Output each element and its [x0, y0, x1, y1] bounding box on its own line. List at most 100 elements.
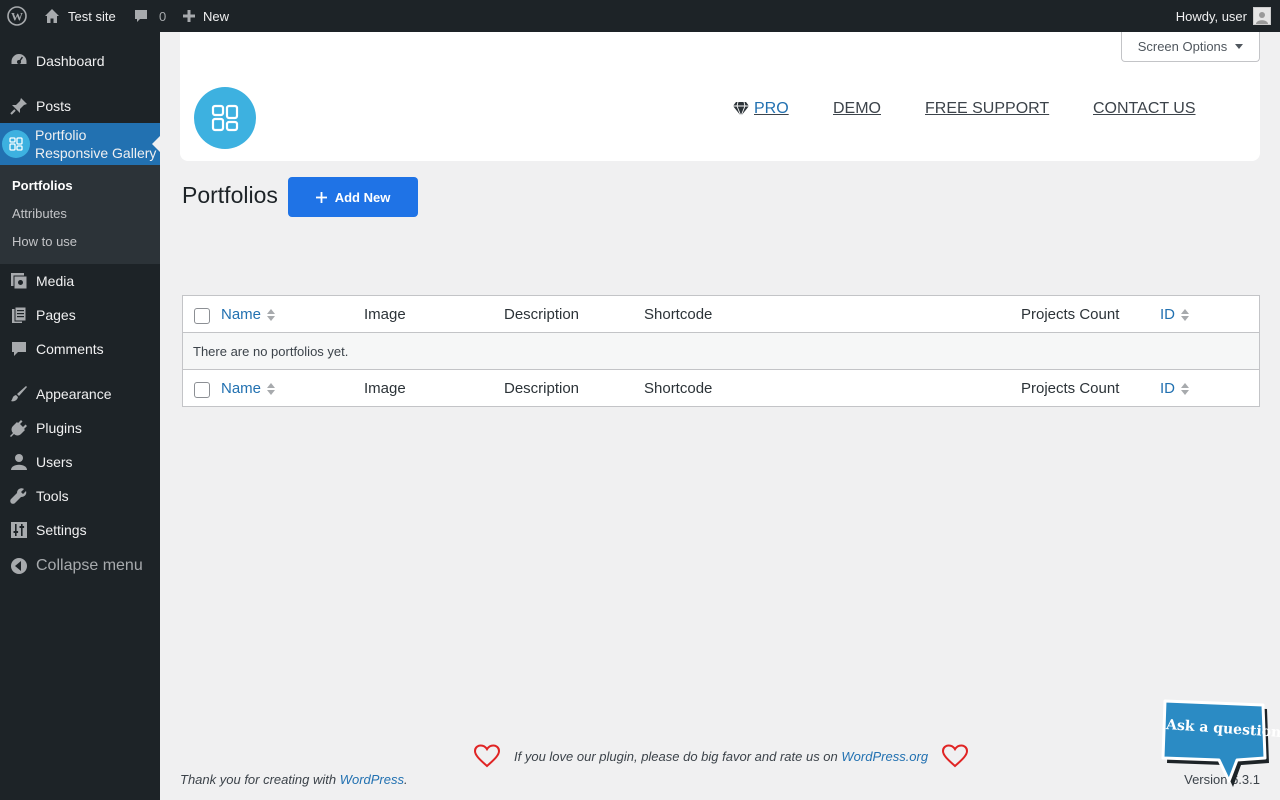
table-header: Name Image Description Shortcode Project…	[183, 296, 1259, 333]
column-projects-count: Projects Count	[1021, 306, 1120, 323]
sidebar-item-pages[interactable]: Pages	[0, 298, 160, 332]
column-description: Description	[504, 380, 580, 397]
column-label: ID	[1160, 380, 1175, 397]
footer-thanks-text: Thank you for creating with	[180, 772, 337, 787]
sort-icon	[1181, 308, 1189, 321]
pro-label: PRO	[754, 100, 789, 117]
sidebar-item-tools[interactable]: Tools	[0, 479, 160, 513]
empty-message: There are no portfolios yet.	[183, 333, 1259, 369]
portfolio-submenu: Portfolios Attributes How to use	[0, 165, 160, 264]
portfolios-table: Name Image Description Shortcode Project…	[182, 295, 1260, 407]
column-shortcode: Shortcode	[644, 380, 713, 397]
select-all-checkbox[interactable]	[194, 382, 210, 398]
comment-icon	[9, 339, 29, 359]
media-icon	[9, 271, 29, 291]
pro-link[interactable]: PRO	[732, 100, 789, 118]
sidebar-item-portfolio-gallery[interactable]: Portfolio Responsive Gallery	[0, 123, 160, 165]
sidebar-item-users[interactable]: Users	[0, 445, 160, 479]
my-account-link[interactable]: Howdy, user	[1176, 0, 1271, 32]
rate-text: If you love our plugin, please do big fa…	[514, 748, 838, 764]
footer-thanks: Thank you for creating with WordPress.	[180, 772, 408, 787]
sidebar-item-dashboard[interactable]: Dashboard	[0, 44, 160, 78]
portfolio-label-line1: Portfolio	[35, 127, 87, 143]
plugin-header: PRO DEMO FREE SUPPORT CONTACT US	[180, 32, 1260, 161]
sort-icon	[267, 382, 276, 395]
diamond-icon	[733, 101, 749, 117]
sidebar-item-label: Media	[36, 273, 75, 289]
current-menu-arrow	[152, 136, 160, 152]
column-description: Description	[504, 306, 580, 323]
contact-us-link[interactable]: CONTACT US	[1093, 100, 1196, 118]
sidebar-item-label: Plugins	[36, 420, 82, 436]
wordpress-link[interactable]: WordPress	[340, 772, 404, 787]
submenu-item-how-to-use[interactable]: How to use	[12, 234, 77, 249]
comments-count: 0	[159, 8, 167, 24]
free-support-link[interactable]: FREE SUPPORT	[925, 100, 1049, 118]
footer-thanks-end: .	[404, 772, 408, 787]
sidebar-item-appearance[interactable]: Appearance	[0, 377, 160, 411]
site-name-link[interactable]: Test site	[44, 0, 116, 32]
ask-question-button[interactable]: Ask a question	[1160, 698, 1280, 790]
new-content-link[interactable]: New	[181, 0, 229, 32]
sort-icon	[1181, 382, 1189, 395]
wrench-icon	[9, 486, 29, 506]
table-footer: Name Image Description Shortcode Project…	[183, 369, 1259, 406]
sidebar-item-label: Comments	[36, 341, 104, 357]
site-name: Test site	[68, 8, 116, 24]
page-title: Portfolios	[182, 182, 278, 208]
sidebar-item-label: Appearance	[36, 386, 112, 402]
submenu-item-attributes[interactable]: Attributes	[12, 206, 67, 221]
comment-icon	[135, 10, 147, 22]
sidebar-item-label: Settings	[36, 522, 87, 538]
admin-sidebar: Dashboard Posts Portfolio Responsive Gall…	[0, 32, 160, 800]
portfolio-label-line2: Responsive Gallery	[35, 145, 157, 161]
heart-icon	[942, 744, 969, 768]
grid-icon	[2, 130, 30, 158]
submenu-item-portfolios[interactable]: Portfolios	[12, 178, 73, 193]
wordpress-logo-icon[interactable]: W	[7, 0, 27, 32]
user-icon	[9, 452, 29, 472]
avatar	[1253, 7, 1271, 25]
sidebar-item-label: Pages	[36, 307, 76, 323]
sidebar-item-label: Posts	[36, 98, 72, 114]
screen-options-label: Screen Options	[1137, 39, 1228, 54]
brush-icon	[9, 384, 29, 404]
collapse-label: Collapse menu	[36, 557, 143, 574]
sidebar-item-comments[interactable]: Comments	[0, 332, 160, 366]
sidebar-item-posts[interactable]: Posts	[0, 89, 160, 123]
sort-icon	[267, 308, 276, 321]
collapse-menu-button[interactable]: Collapse menu	[0, 549, 160, 583]
add-new-button[interactable]: Add New	[288, 177, 418, 217]
pages-icon	[9, 305, 29, 325]
plus-icon	[315, 191, 327, 203]
comments-link[interactable]: 0	[133, 0, 166, 32]
wordpress-org-link[interactable]: WordPress.org	[841, 749, 928, 764]
pin-icon	[9, 96, 29, 116]
home-icon	[45, 9, 59, 23]
column-label: ID	[1160, 306, 1175, 323]
triangle-down-icon	[1235, 44, 1244, 49]
column-id[interactable]: ID	[1160, 296, 1189, 333]
sidebar-item-plugins[interactable]: Plugins	[0, 411, 160, 445]
column-id[interactable]: ID	[1160, 370, 1189, 407]
add-new-label: Add New	[334, 189, 391, 205]
sidebar-item-media[interactable]: Media	[0, 264, 160, 298]
select-all-checkbox[interactable]	[194, 308, 210, 324]
column-name[interactable]: Name	[221, 296, 276, 333]
sidebar-item-label: Tools	[36, 488, 69, 504]
dashboard-icon	[9, 51, 29, 71]
column-image: Image	[364, 380, 406, 397]
demo-link[interactable]: DEMO	[833, 100, 881, 118]
column-name[interactable]: Name	[221, 370, 276, 407]
greeting: Howdy, user	[1175, 8, 1247, 24]
column-image: Image	[364, 306, 406, 323]
rate-text-wrap: If you love our plugin, please do big fa…	[514, 749, 928, 764]
sliders-icon	[9, 520, 29, 540]
speech-bubble-icon	[1161, 699, 1269, 787]
sidebar-item-label: Portfolio Responsive Gallery	[35, 126, 156, 162]
heart-icon	[474, 744, 500, 768]
sidebar-item-settings[interactable]: Settings	[0, 513, 160, 547]
sidebar-item-label: Users	[36, 454, 73, 470]
screen-options-button[interactable]: Screen Options	[1121, 32, 1260, 62]
column-label: Name	[221, 306, 262, 323]
